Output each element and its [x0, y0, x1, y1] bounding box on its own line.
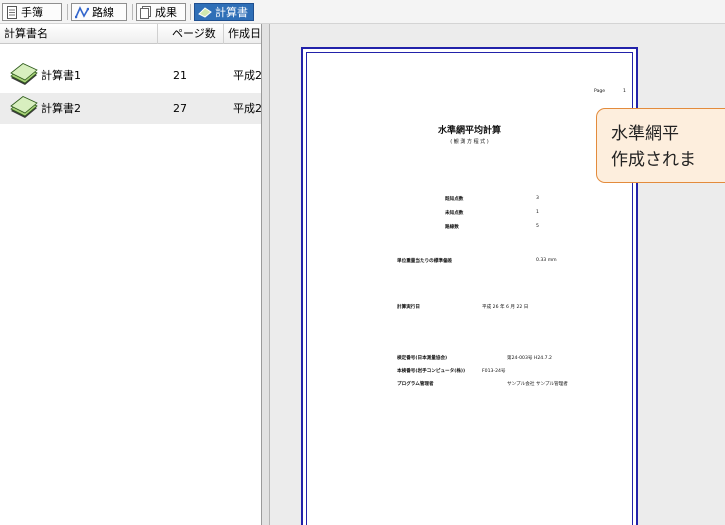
calc-doc-icon	[198, 7, 212, 18]
tab-calc-doc-label: 計算書	[215, 6, 248, 19]
inspection-label: 本検番号(岩手コンピュータ(株))	[397, 369, 466, 374]
tab-route-label: 路線	[92, 6, 114, 19]
tooltip-line-1: 水準網平	[611, 124, 679, 144]
certification-label: 検定番号(日本測量協会)	[397, 356, 448, 361]
calc-date-label: 計算実行日	[397, 305, 420, 310]
document-preview[interactable]: Page 1 水準網平均計算 ( 観 測 方 程 式 ) 既知点数 3 未知点数…	[270, 24, 725, 525]
page-frame: Page 1 水準網平均計算 ( 観 測 方 程 式 ) 既知点数 3 未知点数…	[306, 52, 633, 525]
preview-page: Page 1 水準網平均計算 ( 観 測 方 程 式 ) 既知点数 3 未知点数…	[301, 47, 638, 525]
known-points-value: 3	[536, 196, 539, 201]
document-title: 水準網平均計算	[437, 126, 501, 136]
toolbar-divider	[132, 4, 133, 20]
tab-calc-doc[interactable]: 計算書	[194, 3, 254, 21]
document-stack-icon	[10, 63, 38, 85]
document-pages: 27	[173, 102, 187, 115]
list-item[interactable]: 計算書1 21 平成2	[0, 60, 262, 91]
program-manager-label: プログラム管理者	[397, 382, 434, 387]
tab-results[interactable]: 成果	[136, 3, 186, 21]
calc-date-value: 平成 26 年 6 月 22 日	[482, 305, 529, 310]
toolbar: 手簿 路線 成果 計算書	[0, 0, 725, 24]
tab-results-label: 成果	[155, 6, 177, 19]
results-icon	[140, 5, 151, 19]
column-header-pages[interactable]: ページ数	[158, 24, 224, 44]
notebook-icon	[7, 5, 17, 19]
std-error-value: 0.33 mm	[536, 258, 557, 263]
certification-value: 第24-003号 H24.7.2	[507, 356, 552, 361]
route-icon	[75, 5, 89, 18]
document-list: 計算書名 ページ数 作成日 計算書1 21 平成2 計算書2 27 平成2	[0, 24, 262, 525]
tooltip-line-2: 作成されま	[611, 150, 696, 170]
tab-notebook[interactable]: 手簿	[2, 3, 62, 21]
toolbar-divider	[67, 4, 68, 20]
page-number: 1	[623, 89, 626, 94]
tab-route[interactable]: 路線	[71, 3, 127, 21]
document-name: 計算書1	[41, 69, 81, 82]
tab-notebook-label: 手簿	[21, 6, 43, 19]
list-header: 計算書名 ページ数 作成日	[0, 24, 261, 44]
list-item[interactable]: 計算書2 27 平成2	[0, 93, 262, 124]
pane-splitter[interactable]	[262, 24, 270, 525]
document-name: 計算書2	[41, 102, 81, 115]
document-date: 平成2	[233, 69, 262, 82]
unknown-points-label: 未知点数	[445, 211, 464, 216]
inspection-value: F013-24号	[482, 369, 506, 374]
column-header-name[interactable]: 計算書名	[0, 24, 158, 44]
std-error-label: 単位重量当たりの標準偏差	[397, 259, 453, 264]
program-manager-value: サンプル会社 サンプル管理者	[507, 382, 568, 387]
document-stack-icon	[10, 96, 38, 118]
unknown-points-value: 1	[536, 210, 539, 215]
document-date: 平成2	[233, 102, 262, 115]
toolbar-divider	[190, 4, 191, 20]
document-pages: 21	[173, 69, 187, 82]
document-subtitle: ( 観 測 方 程 式 )	[450, 139, 489, 145]
tooltip-callout: 水準網平 作成されま	[596, 108, 725, 183]
column-header-date[interactable]: 作成日	[224, 24, 261, 44]
known-points-label: 既知点数	[445, 197, 464, 202]
routes-value: 5	[536, 224, 539, 229]
routes-label: 路線数	[445, 225, 459, 230]
page-label: Page	[594, 89, 606, 94]
